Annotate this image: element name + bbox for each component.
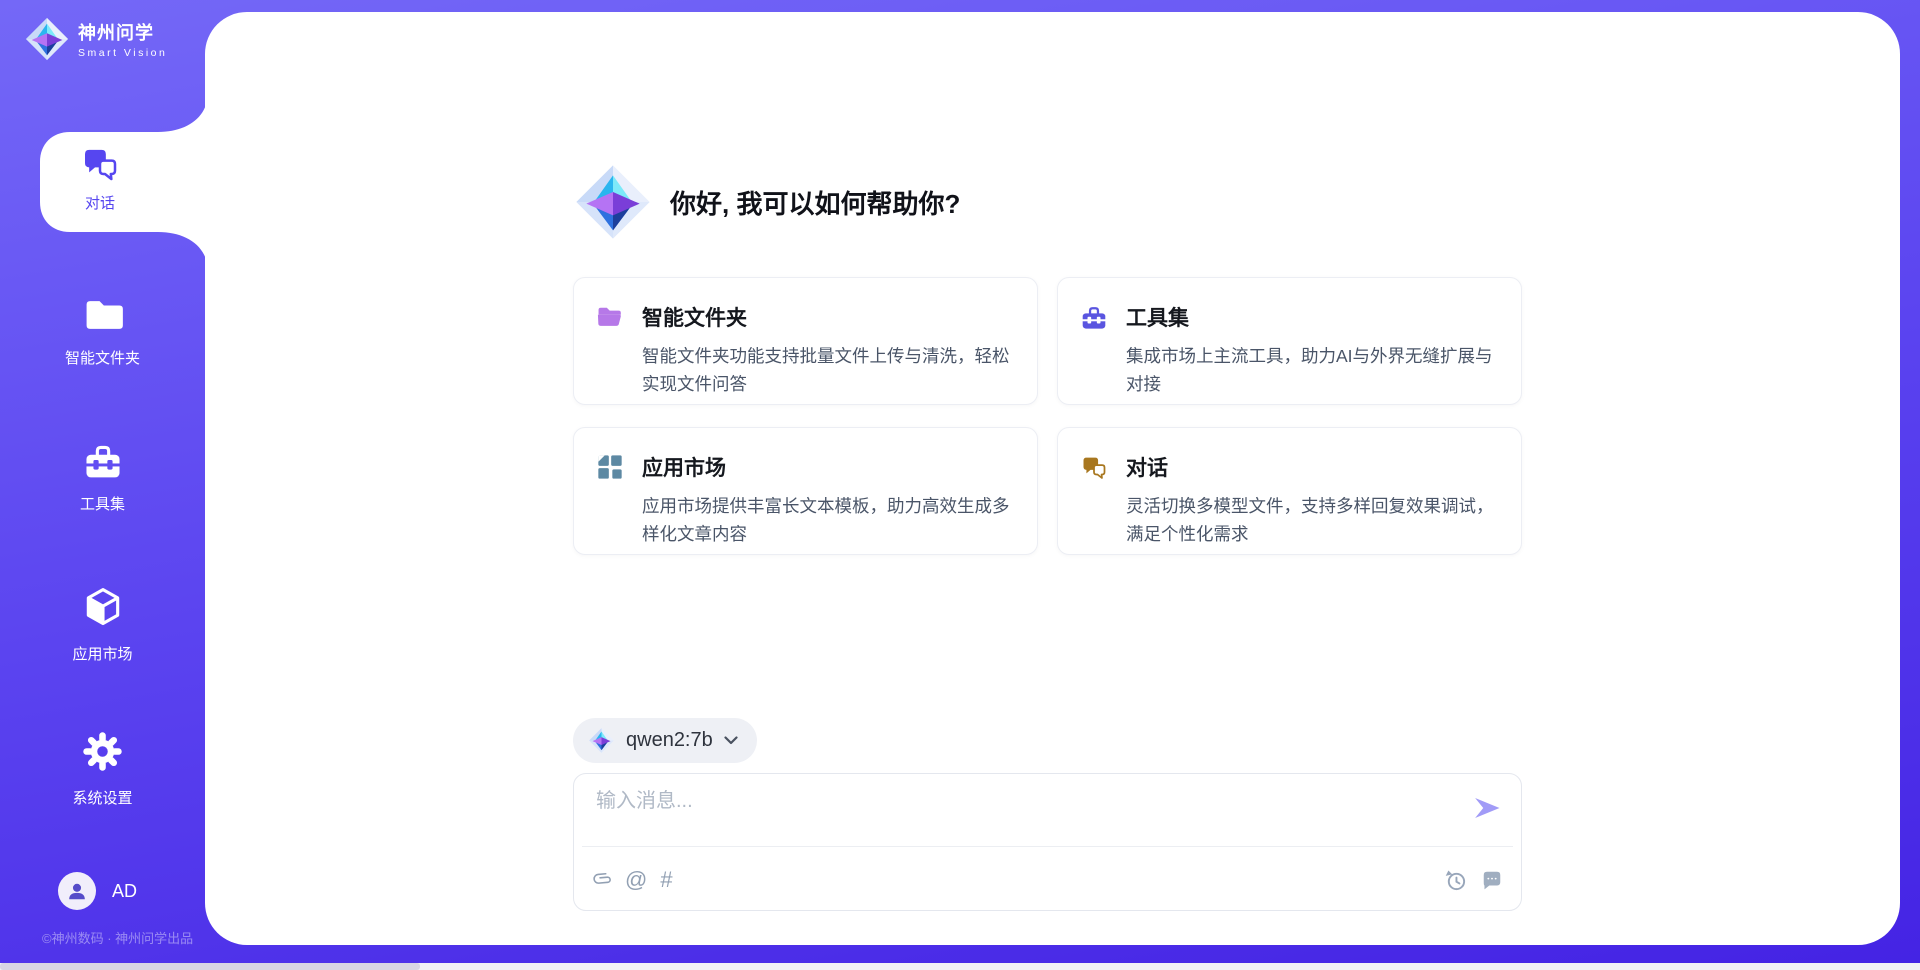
sidebar-item-label: 应用市场 — [0, 643, 205, 664]
chat-bubbles-icon — [1080, 455, 1108, 480]
card-toolset[interactable]: 工具集 集成市场上主流工具，助力AI与外界无缝扩展与对接 — [1057, 277, 1522, 405]
paperclip-icon — [592, 869, 612, 891]
at-icon: @ — [625, 869, 647, 891]
diamond-logo-icon — [24, 16, 70, 62]
send-arrow-icon — [1472, 793, 1502, 823]
model-selector[interactable]: qwen2:7b — [573, 718, 757, 763]
sidebar-item-smart-folder[interactable]: 智能文件夹 — [0, 296, 205, 368]
gear-icon — [80, 729, 125, 774]
message-input[interactable] — [596, 790, 1416, 813]
brand-subtitle: Smart Vision — [78, 47, 167, 59]
card-title: 对话 — [1126, 452, 1168, 482]
chat-square-icon — [1481, 869, 1503, 891]
briefcase-icon — [1080, 304, 1108, 330]
card-description: 集成市场上主流工具，助力AI与外界无缝扩展与对接 — [1126, 342, 1501, 398]
diamond-logo-icon — [588, 727, 615, 754]
hash-icon: # — [660, 869, 672, 891]
card-title: 应用市场 — [642, 452, 726, 482]
user-icon — [66, 880, 88, 902]
scrollbar-thumb[interactable] — [0, 963, 420, 970]
grid-tiles-icon — [596, 453, 624, 481]
card-description: 应用市场提供丰富长文本模板，助力高效生成多样化文章内容 — [642, 492, 1017, 548]
sidebar-item-toolset[interactable]: 工具集 — [0, 440, 205, 514]
card-title: 工具集 — [1126, 302, 1189, 332]
avatar — [58, 872, 96, 910]
chat-bubbles-icon — [80, 146, 120, 182]
sidebar-footer-credit: ©神州数码 · 神州问学出品 — [42, 928, 193, 947]
composer-divider — [582, 846, 1513, 847]
sidebar-item-app-market[interactable]: 应用市场 — [0, 584, 205, 664]
card-chat[interactable]: 对话 灵活切换多模型文件，支持多样回复效果调试，满足个性化需求 — [1057, 427, 1522, 555]
card-description: 智能文件夹功能支持批量文件上传与清洗，轻松实现文件问答 — [642, 342, 1017, 398]
sidebar: 神州问学 Smart Vision 对话 智能文件夹 — [0, 0, 205, 970]
folder-icon — [82, 296, 124, 334]
card-app-market[interactable]: 应用市场 应用市场提供丰富长文本模板，助力高效生成多样化文章内容 — [573, 427, 1038, 555]
chevron-down-icon — [724, 736, 738, 745]
toolbox-icon — [82, 440, 124, 480]
sidebar-item-label: 系统设置 — [0, 787, 205, 808]
brand-name: 神州问学 — [78, 19, 167, 45]
attach-file-button[interactable] — [592, 869, 612, 891]
conversation-button[interactable] — [1481, 869, 1503, 891]
horizontal-scrollbar[interactable] — [0, 963, 1920, 970]
card-description: 灵活切换多模型文件，支持多样回复效果调试，满足个性化需求 — [1126, 492, 1501, 548]
feature-cards: 智能文件夹 智能文件夹功能支持批量文件上传与清洗，轻松实现文件问答 — [573, 277, 1522, 555]
sidebar-item-label: 智能文件夹 — [0, 347, 205, 368]
card-smart-folder[interactable]: 智能文件夹 智能文件夹功能支持批量文件上传与清洗，轻松实现文件问答 — [573, 277, 1038, 405]
user-name: AD — [112, 881, 137, 902]
open-folder-icon — [596, 304, 624, 330]
topic-button[interactable]: # — [660, 869, 672, 891]
composer: @ # — [573, 773, 1522, 911]
mention-button[interactable]: @ — [625, 869, 647, 891]
sidebar-item-label: 工具集 — [0, 493, 205, 514]
model-name: qwen2:7b — [626, 729, 713, 752]
sidebar-item-settings[interactable]: 系统设置 — [0, 729, 205, 808]
user-profile[interactable]: AD — [58, 872, 137, 910]
diamond-logo-icon — [573, 162, 653, 242]
brand-logo: 神州问学 Smart Vision — [24, 16, 167, 62]
greeting-block: 你好, 我可以如何帮助你? — [573, 162, 960, 242]
history-icon — [1444, 869, 1467, 892]
sidebar-item-chat[interactable]: 对话 — [40, 146, 160, 213]
send-button[interactable] — [1471, 793, 1503, 825]
greeting-title: 你好, 我可以如何帮助你? — [670, 184, 960, 221]
sidebar-item-label: 对话 — [40, 192, 160, 213]
cube-icon — [81, 584, 125, 630]
history-button[interactable] — [1444, 869, 1467, 892]
main-panel: 你好, 我可以如何帮助你? 智能文件夹 智能文件夹功能支持批量文件上传与清洗，轻… — [205, 12, 1900, 945]
card-title: 智能文件夹 — [642, 302, 747, 332]
